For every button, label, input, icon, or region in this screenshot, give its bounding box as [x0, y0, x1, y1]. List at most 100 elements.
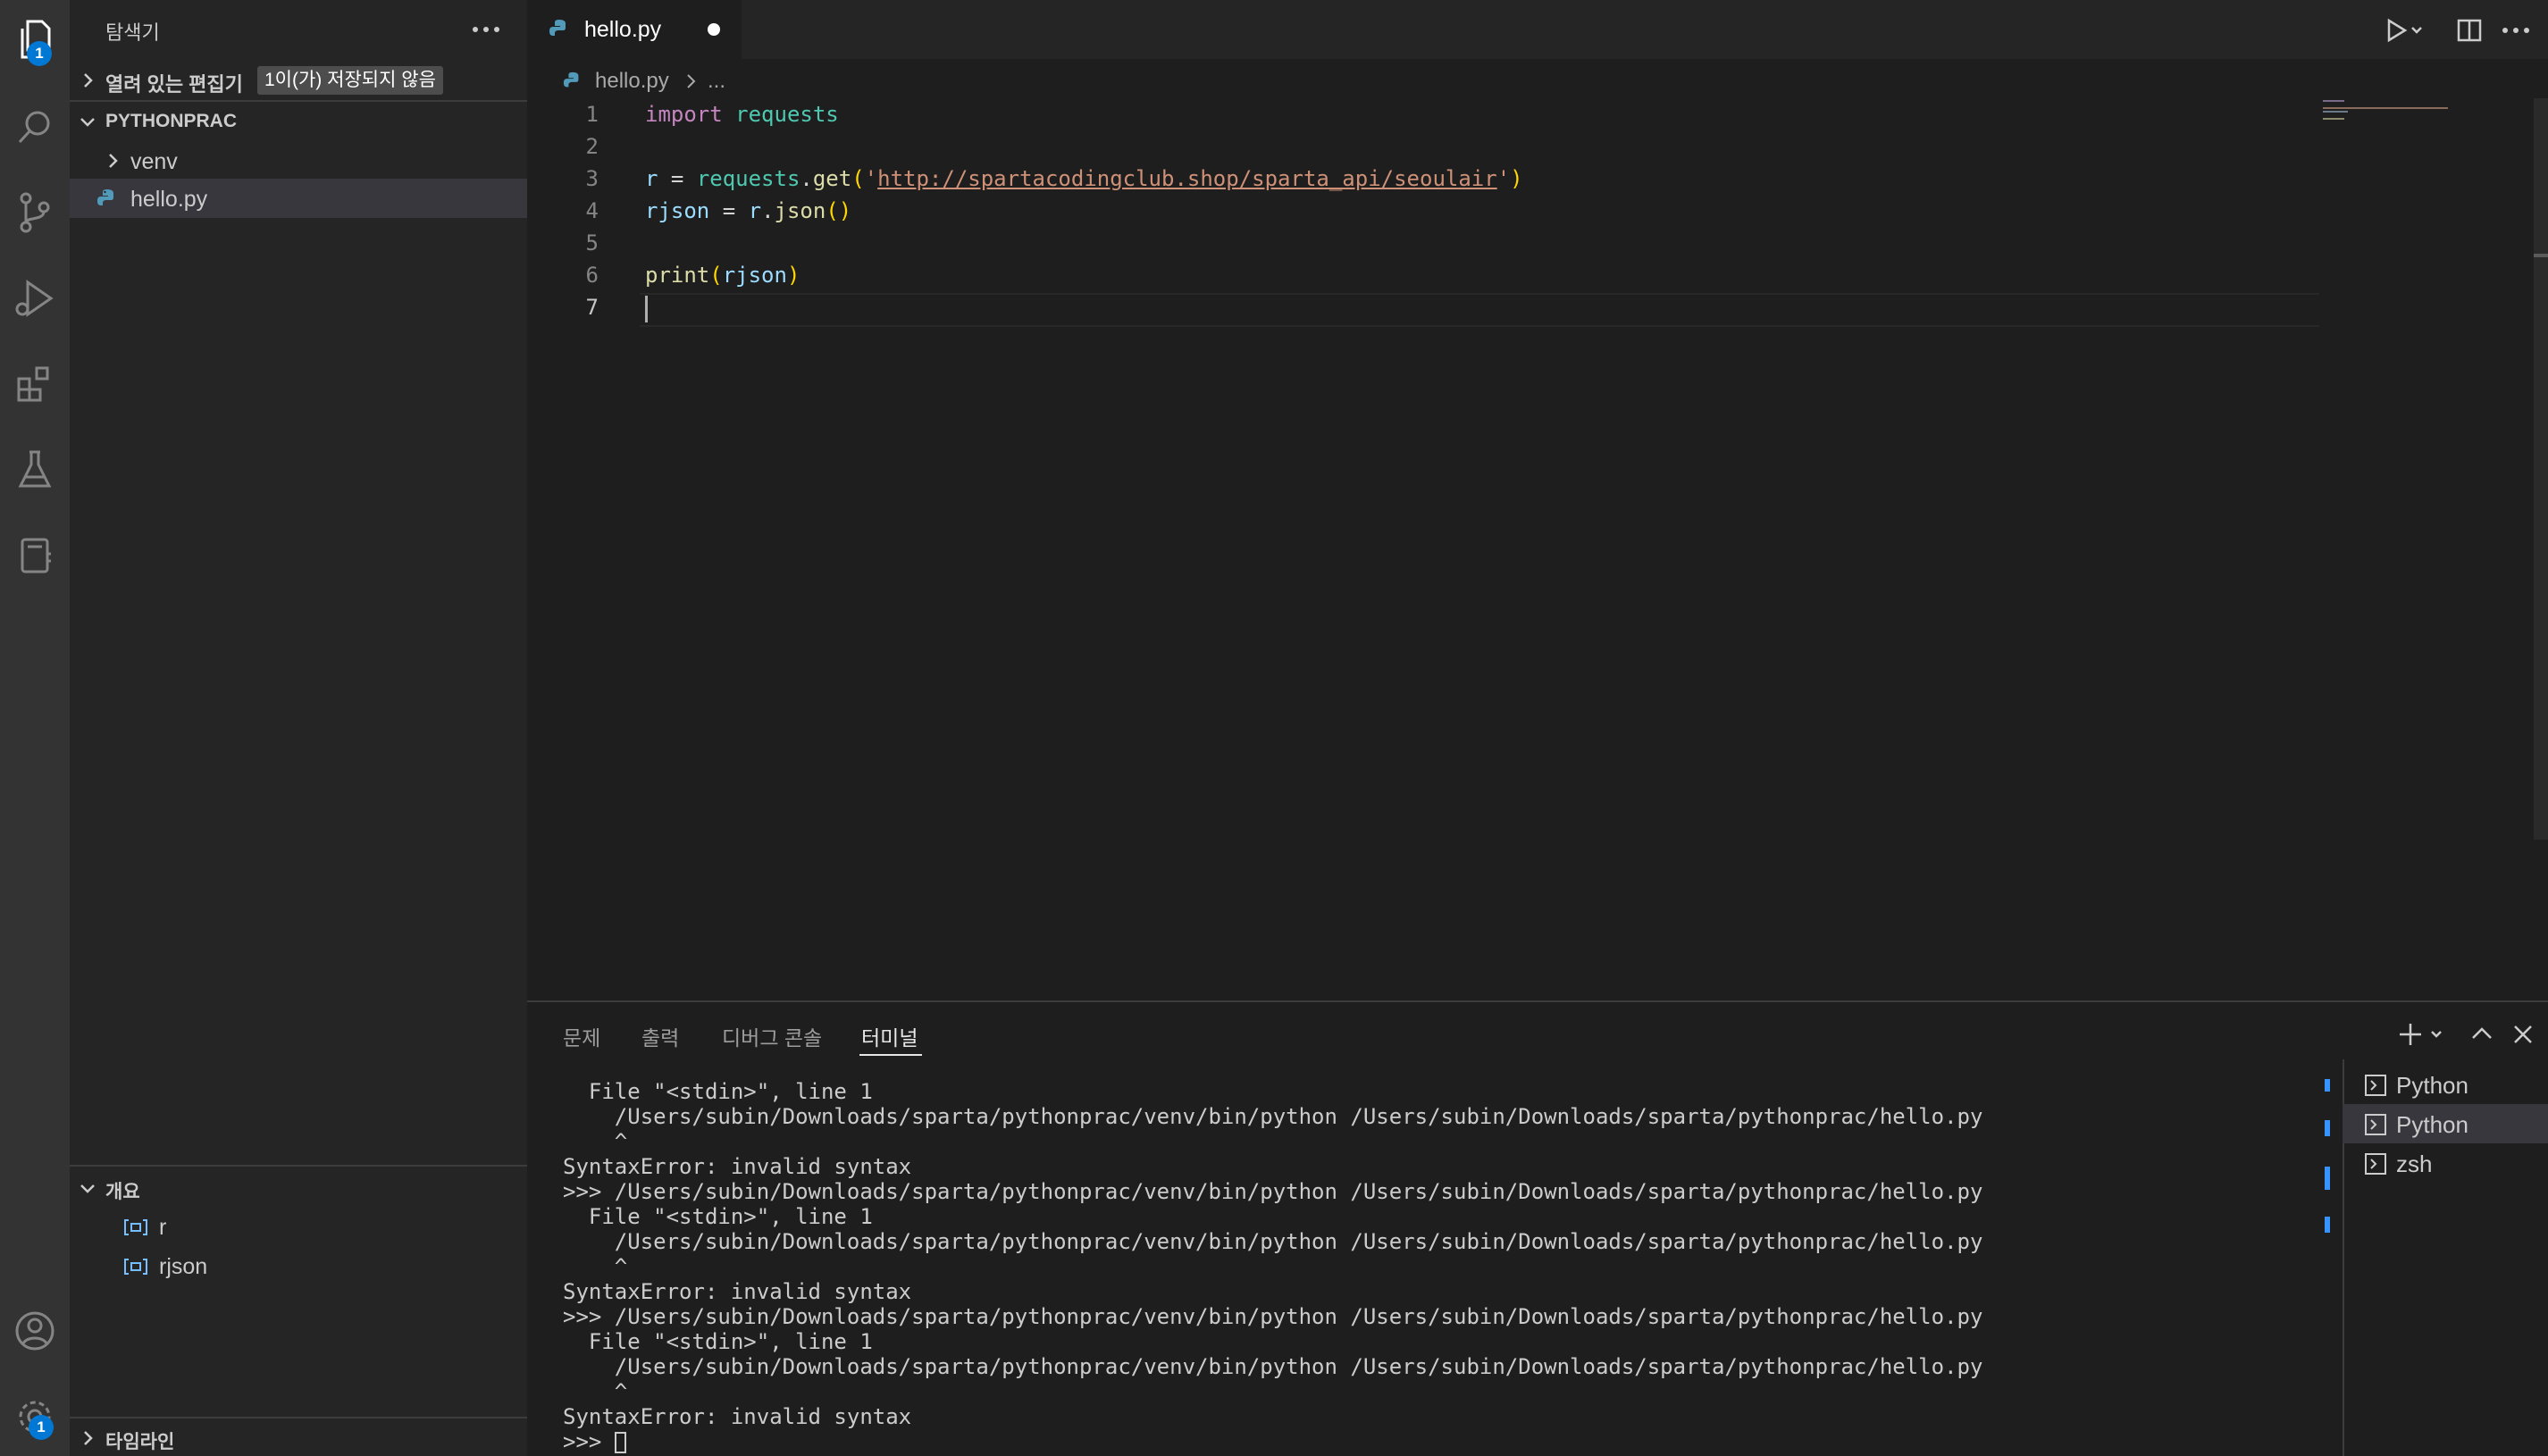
tree-item-venv[interactable]: venv: [70, 141, 527, 180]
code-token: r: [748, 198, 762, 223]
run-python-file-button[interactable]: [2380, 16, 2425, 45]
folder-name: PYTHONPRAC: [105, 111, 238, 131]
extensions-icon[interactable]: [0, 356, 70, 413]
maximize-panel-icon[interactable]: [2468, 1020, 2496, 1049]
code-token: ): [786, 263, 800, 288]
code-token: .: [761, 198, 775, 223]
tree-item-hello-py[interactable]: hello.py: [70, 179, 527, 218]
breadcrumb-file[interactable]: hello.py: [595, 69, 669, 94]
terminal-line: SyntaxError: invalid syntax: [563, 1154, 912, 1179]
terminal-icon: [2365, 1153, 2386, 1175]
current-line-highlight: [640, 293, 2319, 327]
code-token: get: [812, 166, 852, 191]
scroll-marker: [2325, 1217, 2330, 1233]
breadcrumb-more[interactable]: ...: [708, 69, 725, 94]
scroll-marker: [2325, 1167, 2330, 1190]
open-editors-section[interactable]: 열려 있는 편집기 1이(가) 저장되지 않음: [70, 63, 527, 98]
terminal-instance-label: zsh: [2396, 1151, 2433, 1177]
unsaved-dot-icon[interactable]: [708, 23, 720, 36]
more-actions-icon[interactable]: [2500, 16, 2532, 45]
chevron-down-icon: [80, 1184, 95, 1193]
tab-output[interactable]: 출력: [641, 1021, 679, 1051]
code-token: ): [1510, 166, 1523, 191]
chevron-down-icon: [80, 118, 95, 127]
code-url-link[interactable]: http://spartacodingclub.shop/sparta_api/…: [877, 166, 1497, 191]
variable-icon: [124, 1219, 147, 1235]
terminal-line: >>> /Users/subin/Downloads/sparta/python…: [563, 1179, 1983, 1204]
terminal-line: >>> /Users/subin/Downloads/sparta/python…: [563, 1304, 1983, 1329]
terminal-line: ^: [563, 1379, 628, 1404]
folder-section-pythonprac[interactable]: PYTHONPRAC: [70, 104, 527, 139]
unsaved-badge: 1이(가) 저장되지 않음: [257, 66, 443, 95]
play-icon: [2387, 18, 2408, 43]
tab-bar: [527, 0, 2548, 59]
code-token: (: [709, 263, 723, 288]
search-icon[interactable]: [0, 98, 70, 155]
tab-debug-console[interactable]: 디버그 콘솔: [722, 1021, 822, 1051]
split-editor-icon[interactable]: [2455, 16, 2484, 45]
notebook-icon[interactable]: [0, 527, 70, 584]
chevron-right-icon: [687, 74, 696, 88]
terminal-line: /Users/subin/Downloads/sparta/pythonprac…: [563, 1104, 1983, 1129]
outline-item-r[interactable]: r: [70, 1208, 527, 1247]
code-token: rjson: [645, 198, 710, 223]
new-terminal-button[interactable]: [2398, 1020, 2448, 1049]
scrollbar-thumb[interactable]: [2534, 254, 2548, 257]
account-icon[interactable]: [0, 1302, 70, 1360]
code-token: requests: [735, 102, 839, 127]
terminal-prompt[interactable]: >>>: [563, 1429, 615, 1454]
settings-badge: 1: [29, 1415, 54, 1440]
terminal-line: /Users/subin/Downloads/sparta/pythonprac…: [563, 1229, 1983, 1254]
line-number: 2: [585, 134, 599, 159]
code-token: rjson: [722, 263, 787, 288]
close-panel-icon[interactable]: [2509, 1020, 2537, 1049]
editor-scrollbar[interactable]: [2534, 98, 2548, 840]
code-line-4: rjson = r.json(): [645, 198, 851, 223]
tab-label: hello.py: [584, 17, 662, 42]
variable-icon: [124, 1259, 147, 1275]
code-token: (): [826, 198, 852, 223]
tree-item-label: venv: [130, 149, 178, 174]
tab-problems[interactable]: 문제: [563, 1021, 600, 1051]
code-token: (: [851, 166, 865, 191]
terminal-instance-zsh[interactable]: zsh: [2343, 1143, 2548, 1183]
source-control-icon[interactable]: [0, 184, 70, 241]
activity-bar: 1 1: [0, 0, 70, 1456]
explorer-badge: 1: [27, 41, 52, 66]
python-file-icon: [97, 189, 113, 205]
terminal-instance-python-1[interactable]: Python: [2343, 1065, 2548, 1104]
chevron-right-icon: [84, 73, 93, 88]
outline-title: 개요: [105, 1182, 140, 1202]
outline-item-label: r: [159, 1215, 167, 1240]
line-number: 5: [585, 230, 599, 255]
outline-section[interactable]: 개요: [70, 1170, 527, 1206]
terminal-line: ^: [563, 1129, 628, 1154]
chevron-down-icon: [2431, 1031, 2442, 1038]
timeline-section[interactable]: 타임라인: [70, 1422, 527, 1456]
code-token: =: [658, 166, 697, 191]
line-number-current: 7: [585, 295, 599, 320]
more-actions-icon[interactable]: [470, 16, 502, 43]
terminal-instance-python-2[interactable]: Python: [2343, 1104, 2548, 1143]
tab-terminal[interactable]: 터미널: [861, 1021, 918, 1051]
scroll-marker: [2325, 1120, 2330, 1136]
timeline-title: 타임라인: [105, 1432, 175, 1452]
code-token: import: [645, 102, 723, 127]
terminal-line: SyntaxError: invalid syntax: [563, 1404, 912, 1429]
code-line-3: r = requests.get('http://spartacodingclu…: [645, 166, 1523, 191]
terminal-line: ^: [563, 1254, 628, 1279]
terminal-line: File "<stdin>", line 1: [563, 1329, 873, 1354]
run-debug-icon[interactable]: [0, 270, 70, 327]
terminal-line: SyntaxError: invalid syntax: [563, 1279, 912, 1304]
testing-icon[interactable]: [0, 441, 70, 498]
outline-item-rjson[interactable]: rjson: [70, 1247, 527, 1286]
outline-item-label: rjson: [159, 1254, 208, 1279]
code-token: .: [800, 166, 813, 191]
minimap[interactable]: [2323, 98, 2448, 134]
tab-hello-py[interactable]: hello.py: [527, 0, 742, 59]
code-token: ': [864, 166, 878, 191]
code-token: r: [645, 166, 658, 191]
chevron-right-icon: [109, 154, 118, 168]
chevron-right-icon: [84, 1431, 93, 1445]
code-token: ': [1496, 166, 1511, 191]
